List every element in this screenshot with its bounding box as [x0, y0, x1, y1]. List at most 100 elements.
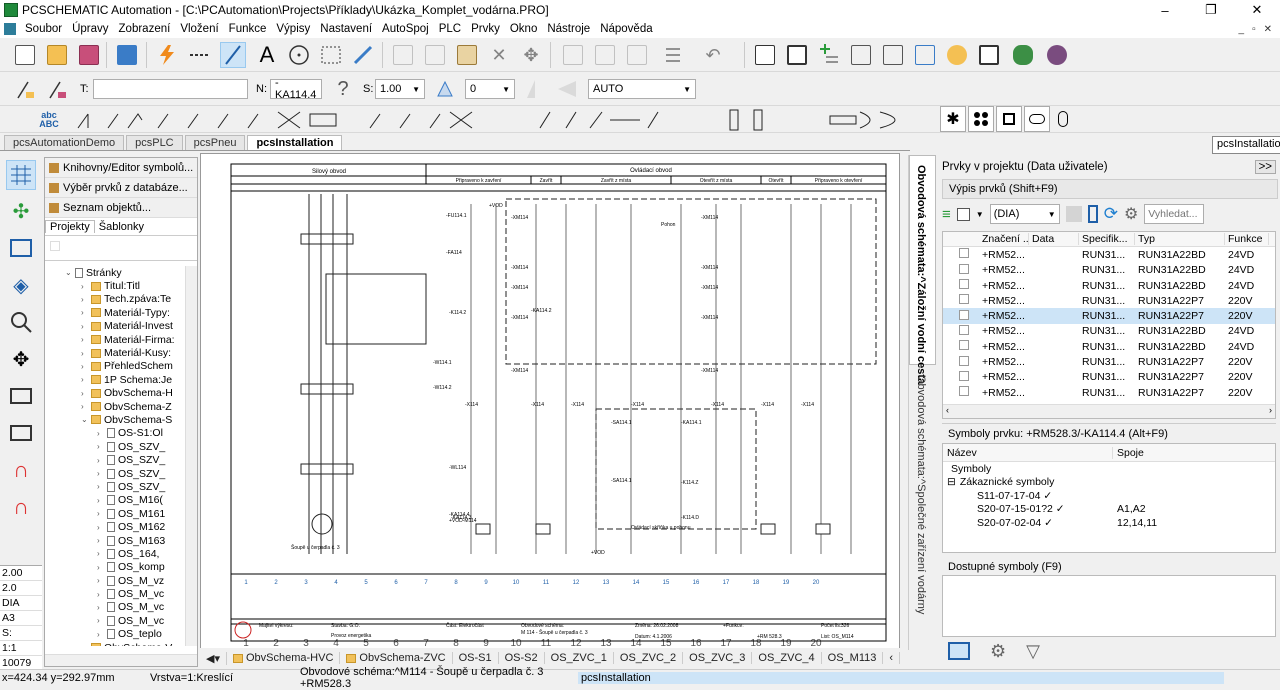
schematic-canvas[interactable]: Silový obvod Ovládací obvod Připraveno k z… — [200, 153, 900, 650]
dots-icon[interactable] — [968, 106, 994, 132]
tree-item[interactable]: › OS_teplo — [45, 628, 185, 641]
row-checkbox[interactable] — [943, 294, 979, 307]
rectangle-tool-icon[interactable] — [318, 42, 344, 68]
tree-item[interactable]: › PřehledSchem — [45, 360, 185, 373]
symbol-row[interactable]: Symboly — [943, 462, 1275, 476]
doc-tab-0[interactable]: pcsAutomationDemo — [4, 135, 125, 150]
n-field[interactable]: -KA114.4 — [270, 77, 322, 101]
symbol-row[interactable]: ⊟ Zákaznické symboly — [943, 476, 1275, 490]
tree-item[interactable]: › OS_SZV_ — [45, 453, 185, 466]
line-draw-icon[interactable] — [220, 42, 246, 68]
menu-item-5[interactable]: Výpisy — [271, 23, 315, 35]
expand-arrow-icon[interactable]: › — [97, 496, 107, 505]
move-icon[interactable]: ✥ — [518, 42, 544, 68]
nav-arrows-icon[interactable]: ◀▾ — [200, 651, 227, 665]
menu-item-3[interactable]: Vložení — [175, 23, 223, 35]
symbol-row[interactable]: S11-07-17-04 ✓ — [943, 489, 1275, 503]
pan-icon[interactable]: ✥ — [6, 344, 36, 374]
expand-arrow-icon[interactable]: › — [81, 322, 91, 331]
fan-icon[interactable] — [1044, 42, 1070, 68]
expand-arrow-icon[interactable]: › — [97, 523, 107, 532]
brush-icon[interactable] — [592, 42, 618, 68]
table-row[interactable]: +RM52... RUN31... RUN31A22BD 24VD — [943, 278, 1275, 293]
symbol-insert-icon[interactable] — [12, 76, 38, 102]
line-style-icon[interactable] — [186, 42, 212, 68]
new-file-icon[interactable] — [12, 42, 38, 68]
circle-tool-icon[interactable] — [286, 42, 312, 68]
expand-button[interactable]: >> — [1254, 160, 1276, 174]
menu-item-6[interactable]: Nastavení — [315, 23, 377, 35]
tree-item[interactable]: › Tech.zpáva:Te — [45, 293, 185, 306]
flip-icon[interactable] — [554, 76, 580, 102]
gear-icon[interactable]: ⚙ — [1124, 204, 1138, 224]
angle-select[interactable]: 0 ▼ — [465, 79, 515, 99]
t-field[interactable] — [93, 79, 248, 99]
print-icon[interactable] — [114, 42, 140, 68]
oval-icon[interactable] — [1024, 106, 1050, 132]
expand-arrow-icon[interactable]: › — [97, 549, 107, 558]
table-row[interactable]: +RM52... RUN31... RUN31A22BD 24VD — [943, 339, 1275, 354]
tree-item[interactable]: › OS_SZV_ — [45, 440, 185, 453]
tree-item[interactable]: › Materiál-Firma: — [45, 333, 185, 346]
maximize-button[interactable]: ❐ — [1188, 0, 1234, 20]
frame-icon[interactable] — [784, 42, 810, 68]
expand-arrow-icon[interactable]: › — [97, 469, 107, 478]
properties-icon[interactable] — [880, 42, 906, 68]
expand-arrow-icon[interactable]: › — [97, 429, 107, 438]
row-checkbox[interactable] — [943, 324, 979, 338]
device-icon[interactable] — [1087, 205, 1098, 223]
side-tab-zalozni[interactable]: Obvodová schémata:^Záložní vodní cesta — [915, 165, 927, 384]
sheet-tab-2[interactable]: OS-S1 — [453, 652, 499, 664]
tree-item[interactable]: › 1P Schema:Je — [45, 373, 185, 386]
tree-item[interactable]: › Materiál-Kusy: — [45, 346, 185, 359]
tree-item[interactable]: › Materiál-Invest — [45, 320, 185, 333]
magic-icon[interactable] — [560, 42, 586, 68]
tree-scrollbar[interactable] — [185, 266, 197, 646]
sheet-tab-8[interactable]: OS_M113 — [822, 652, 884, 664]
row-checkbox[interactable] — [943, 386, 979, 399]
scale-select[interactable]: 1.00 ▼ — [375, 79, 425, 99]
list-add-icon[interactable] — [816, 42, 842, 68]
col-header-4[interactable]: Funkce — [1225, 233, 1269, 246]
document-icon[interactable] — [4, 23, 16, 35]
filter-icon[interactable] — [1065, 206, 1082, 222]
stamp-icon[interactable] — [624, 42, 650, 68]
expand-arrow-icon[interactable]: › — [97, 576, 107, 585]
expand-arrow-icon[interactable]: › — [81, 402, 91, 411]
tree-item[interactable]: › OS_M161 — [45, 507, 185, 520]
table-row[interactable]: +RM52... RUN31... RUN31A22BD 24VD — [943, 247, 1275, 262]
tab-projekty[interactable]: Projekty — [45, 220, 95, 233]
expand-arrow-icon[interactable]: › — [81, 349, 91, 358]
magnet-icon[interactable]: ∩ — [6, 455, 36, 485]
expand-arrow-icon[interactable]: › — [81, 362, 91, 371]
sym-col-nazev[interactable]: Název — [943, 446, 1113, 459]
zoom-icon[interactable] — [6, 307, 36, 337]
expand-arrow-icon[interactable]: › — [97, 442, 107, 451]
sheet-tab-7[interactable]: OS_ZVC_4 — [752, 652, 822, 664]
page-icon[interactable] — [752, 42, 778, 68]
symbol-row[interactable]: S20-07-02-04 ✓ 12,14,11 — [943, 516, 1275, 530]
expand-arrow-icon[interactable]: › — [97, 536, 107, 545]
auto-select[interactable]: AUTO ▼ — [588, 79, 696, 99]
table-row[interactable]: +RM52... RUN31... RUN31A22P7 220V — [943, 370, 1275, 385]
side-tab-spolecne[interactable]: Obvodová schémata:^Společné zařízení vod… — [915, 375, 927, 614]
sheet-tab-0[interactable]: ObvSchema-HVC — [227, 652, 341, 664]
expand-arrow-icon[interactable]: › — [97, 590, 107, 599]
expand-arrow-icon[interactable]: › — [81, 282, 91, 291]
tree-item[interactable]: › OS_M_vc — [45, 614, 185, 627]
search-input[interactable] — [1144, 204, 1205, 224]
refresh-icon[interactable]: ⟳ — [1104, 204, 1118, 224]
menu-item-7[interactable]: AutoSpoj — [377, 23, 434, 35]
mdi-restore-button[interactable]: ▫ — [1252, 24, 1256, 35]
view-icon[interactable] — [948, 642, 970, 660]
checklist-icon[interactable] — [658, 42, 684, 68]
doc-tab-1[interactable]: pcsPLC — [126, 135, 183, 150]
symbol-edit-icon[interactable] — [44, 76, 70, 102]
tree-item[interactable]: › OS_M_vc — [45, 587, 185, 600]
table-row[interactable]: +RM52... RUN31... RUN31A22BD 24VD — [943, 324, 1275, 339]
expand-arrow-icon[interactable]: › — [81, 389, 91, 398]
tree-item[interactable]: › OS_M16( — [45, 494, 185, 507]
tree-item[interactable]: ⌄ Stránky — [45, 266, 185, 279]
plc-icon[interactable] — [1010, 42, 1036, 68]
tree-item[interactable]: › OS-S1:Ol — [45, 427, 185, 440]
